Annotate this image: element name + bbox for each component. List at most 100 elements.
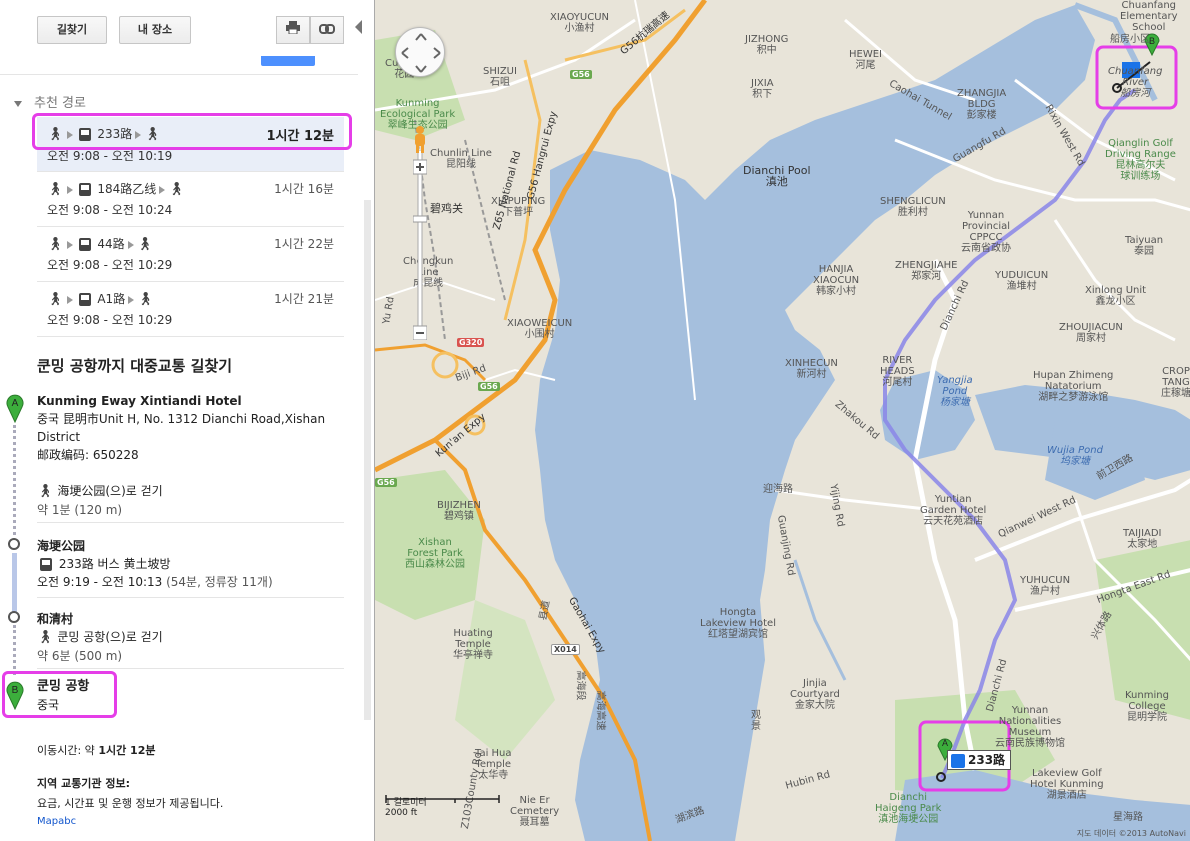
route-badge-label: 233路: [968, 753, 1006, 767]
start-postcode: 邮政编码: 650228: [37, 448, 139, 462]
map-label: 迎海路: [763, 484, 793, 495]
route-steps: 🚶︎ 44路 🚶︎: [47, 235, 153, 252]
link-icon: [319, 24, 335, 34]
map-label: Xishan Forest Park 西山森林公园: [405, 537, 465, 570]
map-label: Dianchi Pool 滇池: [743, 164, 811, 188]
map-copyright: 지도 데이터 ©2013 AutoNavi: [1076, 829, 1186, 838]
g56-shield: G56: [570, 70, 592, 79]
blue-button-edge: [261, 56, 315, 66]
map-label: SHENGLICUN 胜利村: [880, 196, 946, 218]
map-label: TAIJIADI 太家地: [1123, 528, 1162, 550]
walk-icon: 🚶︎: [37, 483, 54, 499]
map-view[interactable]: A B XIAOYUCUN 小渔村 JIZHONG 积中 HEWEI 河尾 JIXIA…: [374, 0, 1190, 841]
map-label: Hongta Lakeview Hotel 红塔望湖宾馆: [700, 607, 776, 640]
bus-icon: [951, 753, 965, 768]
walk-icon: 🚶︎: [47, 237, 64, 252]
agency-title: 지역 교통기관 정보:: [37, 777, 131, 790]
walk-step-text: 海埂公园(으)로 걷기: [57, 484, 163, 498]
route-badge[interactable]: 233路: [947, 750, 1012, 770]
map-label: Chuanfang River 船房河: [1108, 66, 1163, 99]
printer-icon: [286, 21, 300, 35]
route-duration: 1시간 21분: [274, 292, 334, 306]
scale-line-icon: [385, 795, 500, 803]
map-label: ZHANGJIA BLDG 彭家楼: [957, 88, 1007, 121]
map-label: JIZHONG 积中: [745, 34, 789, 56]
route-times: 오전 9:08 - 오전 10:24: [47, 203, 173, 217]
g320-shield: G320: [457, 338, 485, 347]
collapse-panel-icon[interactable]: [355, 20, 362, 34]
bus-icon: [78, 238, 91, 251]
agency-link[interactable]: Mapabc: [37, 816, 76, 827]
walk-icon: 🚶︎: [168, 182, 185, 197]
bus-icon: [78, 293, 91, 306]
svg-text:A: A: [942, 738, 948, 748]
route-option-3[interactable]: 🚶︎ 44路 🚶︎ 1시간 22분 오전 9:08 - 오전 10:29: [37, 227, 344, 282]
pegman-icon[interactable]: [411, 125, 429, 153]
start-address: 중국 昆明市Unit H, No. 1312 Dianchi Road,Xish…: [37, 412, 326, 426]
walk-step-1: 🚶︎ 海埂公园(으)로 걷기 약 1분 (120 m): [37, 482, 163, 519]
divider: [37, 668, 344, 669]
divider: [37, 522, 344, 523]
walk-icon: 🚶︎: [136, 237, 154, 252]
divider: [0, 74, 358, 75]
link-button[interactable]: [310, 16, 344, 44]
map-label: Wujia Pond 坞家塘: [1047, 445, 1103, 467]
stop-name: 和清村: [37, 612, 74, 626]
print-button[interactable]: [276, 16, 310, 44]
route-steps: 🚶︎ A1路 🚶︎: [47, 290, 154, 307]
map-label: 高海高速: [594, 690, 606, 731]
map-label: Huating Temple 华亭禅寺: [453, 628, 493, 661]
map-label: Chuanfang Elementary School: [1120, 0, 1178, 33]
map-label: Xinlong Unit 鑫龙小区: [1085, 285, 1147, 307]
scale-bar: 1 킬로미터 2000 ft: [385, 795, 500, 818]
route-steps: 🚶︎ 184路乙线 🚶︎: [47, 180, 185, 197]
directions-title: 쿤밍 공항까지 대중교통 길찾기: [37, 357, 233, 375]
walk-connector: [13, 425, 17, 535]
map-label: Qianglin Golf Driving Range 昆林高尔夫 球训练场: [1105, 138, 1176, 182]
route-line-label: 184路乙线: [97, 182, 157, 196]
route-option-4[interactable]: 🚶︎ A1路 🚶︎ 1시간 21분 오전 9:08 - 오전 10:29: [37, 282, 344, 337]
map-label: Yuntian Garden Hotel 云天花苑酒店: [920, 494, 987, 527]
map-label: XIAOYUCUN 小渔村: [550, 12, 609, 34]
recommended-routes-label: 추천 경로: [34, 96, 86, 111]
my-places-button[interactable]: 내 장소: [119, 16, 191, 44]
map-label: Chengkun Line 成昆线: [403, 256, 454, 289]
expand-triangle-icon: [14, 100, 22, 107]
zoom-control[interactable]: [413, 150, 427, 340]
start-name: Kunming Eway Xintiandi Hotel: [37, 394, 242, 408]
zoom-slider-icon: [413, 150, 427, 340]
pan-control[interactable]: [395, 27, 445, 77]
map-label: Kunming College 昆明学院: [1125, 690, 1169, 723]
route-duration: 1시간 22분: [274, 237, 334, 251]
recommended-routes-header[interactable]: 추천 경로: [14, 92, 86, 111]
walk-step-2: 和清村 🚶︎ 쿤밍 공항(으)로 걷기 약 6분 (500 m): [37, 610, 163, 665]
stop-name: 海埂公园: [37, 539, 86, 553]
arrow-icon: [159, 185, 166, 194]
route-line-label: A1路: [97, 292, 126, 306]
map-label: BIJIZHEN 碧鸡镇: [437, 500, 481, 522]
directions-button[interactable]: 길찾기: [37, 16, 107, 44]
start-address-2: District: [37, 430, 81, 444]
scrollbar[interactable]: [364, 200, 371, 720]
scale-imperial: 2000 ft: [385, 808, 418, 818]
map-label: Chunlin Line 昆阳线: [430, 148, 492, 170]
highlight-destination: [2, 671, 117, 718]
map-label: Dianchi Haigeng Park 滇池海埂公园: [875, 792, 942, 825]
highlight-selected-route: [32, 113, 352, 150]
bus-extra: (54분, 정류장 11개): [166, 575, 273, 589]
map-label: YUDUICUN 渔堆村: [995, 270, 1049, 292]
map-label: YUHUCUN 渔户村: [1020, 575, 1071, 597]
walk-step-text: 쿤밍 공항(으)로 걷기: [57, 630, 163, 644]
start-location: Kunming Eway Xintiandi Hotel 중국 昆明市Unit …: [37, 392, 325, 464]
arrow-icon: [66, 240, 73, 249]
stop-marker: [8, 538, 20, 550]
map-label: XINHECUN 新河村: [785, 358, 838, 380]
bus-connector: [12, 553, 17, 613]
map-label: CROP TANG 庄稼塘: [1161, 366, 1190, 399]
directions-panel: 길찾기 내 장소 추천 경로 🚶︎ 233路 🚶︎ 1시간 12분 오전 9:08…: [0, 0, 372, 841]
map-label: XIAOWEICUN 小围村: [507, 318, 573, 340]
pan-arrows-icon: [401, 33, 441, 73]
walk-step-distance: 약 1분 (120 m): [37, 502, 123, 517]
route-option-2[interactable]: 🚶︎ 184路乙线 🚶︎ 1시간 16분 오전 9:08 - 오전 10:24: [37, 172, 344, 227]
map-label: Hupan Zhimeng Natatorium 湖畔之梦游泳馆: [1033, 370, 1114, 403]
